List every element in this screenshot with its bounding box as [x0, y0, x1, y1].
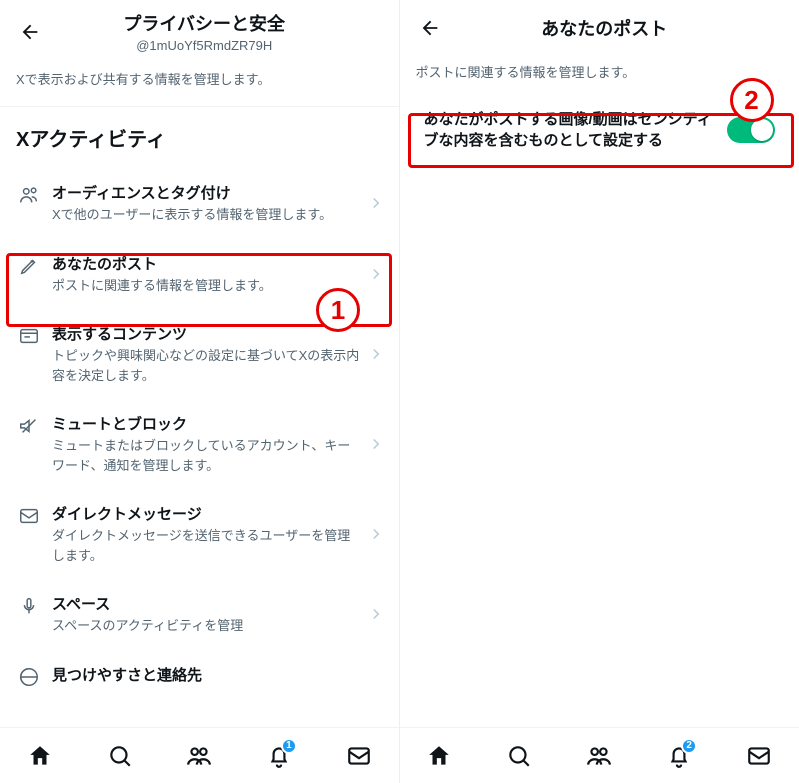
envelope-icon — [346, 743, 372, 769]
chevron-right-icon — [367, 265, 385, 283]
annotation-callout-2: 2 — [730, 78, 774, 122]
bottom-nav: 1 — [0, 727, 399, 783]
header-title-group: あなたのポスト — [458, 15, 752, 41]
people-icon — [18, 184, 40, 206]
chevron-right-icon — [367, 345, 385, 363]
row-title: 表示するコンテンツ — [52, 323, 363, 344]
nav-messages[interactable] — [739, 736, 779, 776]
toggle-label: あなたがポストする画像/動画はセンシティブな内容を含むものとして設定する — [424, 109, 728, 151]
divider — [0, 106, 399, 107]
nav-communities[interactable] — [179, 736, 219, 776]
row-title: ミュートとブロック — [52, 413, 363, 434]
nav-search[interactable] — [499, 736, 539, 776]
page-title: あなたのポスト — [541, 15, 667, 41]
row-discoverability[interactable]: 見つけやすさと連絡先 — [0, 650, 399, 688]
communities-icon — [186, 743, 212, 769]
nav-notifications[interactable]: 1 — [259, 736, 299, 776]
row-subtitle: Xで他のユーザーに表示する情報を管理します。 — [52, 205, 363, 225]
home-icon — [426, 743, 452, 769]
nav-messages[interactable] — [339, 736, 379, 776]
row-spaces[interactable]: スペース スペースのアクティビティを管理 — [0, 579, 399, 650]
row-audience-tagging[interactable]: オーディエンスとタグ付け Xで他のユーザーに表示する情報を管理します。 — [0, 168, 399, 239]
row-title: あなたのポスト — [52, 253, 363, 274]
home-icon — [27, 743, 53, 769]
notification-badge: 2 — [681, 738, 697, 754]
section-title: Xアクティビティ — [0, 123, 399, 168]
row-subtitle: トピックや興味関心などの設定に基づいてXの表示内容を決定します。 — [52, 346, 363, 385]
notification-badge: 1 — [281, 738, 297, 754]
bottom-nav: 2 — [400, 727, 799, 783]
page-subtitle: @1mUoYf5RmdZR79H — [136, 38, 272, 53]
arrow-left-icon — [419, 17, 441, 39]
envelope-icon — [746, 743, 772, 769]
header: あなたのポスト — [400, 0, 799, 54]
back-button[interactable] — [12, 14, 48, 50]
header-title-group: プライバシーと安全 @1mUoYf5RmdZR79H — [58, 10, 351, 53]
chevron-right-icon — [367, 194, 385, 212]
row-subtitle: スペースのアクティビティを管理 — [52, 616, 363, 636]
row-title: 見つけやすさと連絡先 — [52, 664, 363, 685]
screen-your-posts: あなたのポスト ポストに関連する情報を管理します。 あなたがポストする画像/動画… — [400, 0, 799, 783]
page-title: プライバシーと安全 — [123, 10, 285, 36]
nav-communities[interactable] — [579, 736, 619, 776]
search-icon — [107, 743, 133, 769]
dm-icon — [18, 505, 40, 527]
row-title: オーディエンスとタグ付け — [52, 182, 363, 203]
nav-search[interactable] — [100, 736, 140, 776]
chevron-right-icon — [367, 605, 385, 623]
row-title: スペース — [52, 593, 363, 614]
row-title: ダイレクトメッセージ — [52, 503, 363, 524]
back-button[interactable] — [412, 10, 448, 46]
toggle-knob — [751, 119, 773, 141]
communities-icon — [586, 743, 612, 769]
discover-icon — [18, 666, 40, 688]
pencil-icon — [18, 255, 40, 277]
row-mute-block[interactable]: ミュートとブロック ミュートまたはブロックしているアカウント、キーワード、通知を… — [0, 399, 399, 489]
nav-home[interactable] — [20, 736, 60, 776]
annotation-callout-1: 1 — [316, 288, 360, 332]
screen-privacy-safety: プライバシーと安全 @1mUoYf5RmdZR79H Xで表示および共有する情報… — [0, 0, 400, 783]
content-icon — [18, 325, 40, 347]
row-subtitle: ダイレクトメッセージを送信できるユーザーを管理します。 — [52, 526, 363, 565]
mute-icon — [18, 415, 40, 437]
spaces-icon — [18, 595, 40, 617]
row-subtitle: ポストに関連する情報を管理します。 — [52, 276, 363, 296]
page-description: Xで表示および共有する情報を管理します。 — [0, 61, 399, 100]
chevron-right-icon — [367, 435, 385, 453]
settings-list: オーディエンスとタグ付け Xで他のユーザーに表示する情報を管理します。 あなたの… — [0, 168, 399, 783]
nav-home[interactable] — [419, 736, 459, 776]
header: プライバシーと安全 @1mUoYf5RmdZR79H — [0, 0, 399, 61]
nav-notifications[interactable]: 2 — [659, 736, 699, 776]
search-icon — [506, 743, 532, 769]
chevron-right-icon — [367, 525, 385, 543]
row-subtitle: ミュートまたはブロックしているアカウント、キーワード、通知を管理します。 — [52, 436, 363, 475]
row-direct-messages[interactable]: ダイレクトメッセージ ダイレクトメッセージを送信できるユーザーを管理します。 — [0, 489, 399, 579]
arrow-left-icon — [19, 21, 41, 43]
